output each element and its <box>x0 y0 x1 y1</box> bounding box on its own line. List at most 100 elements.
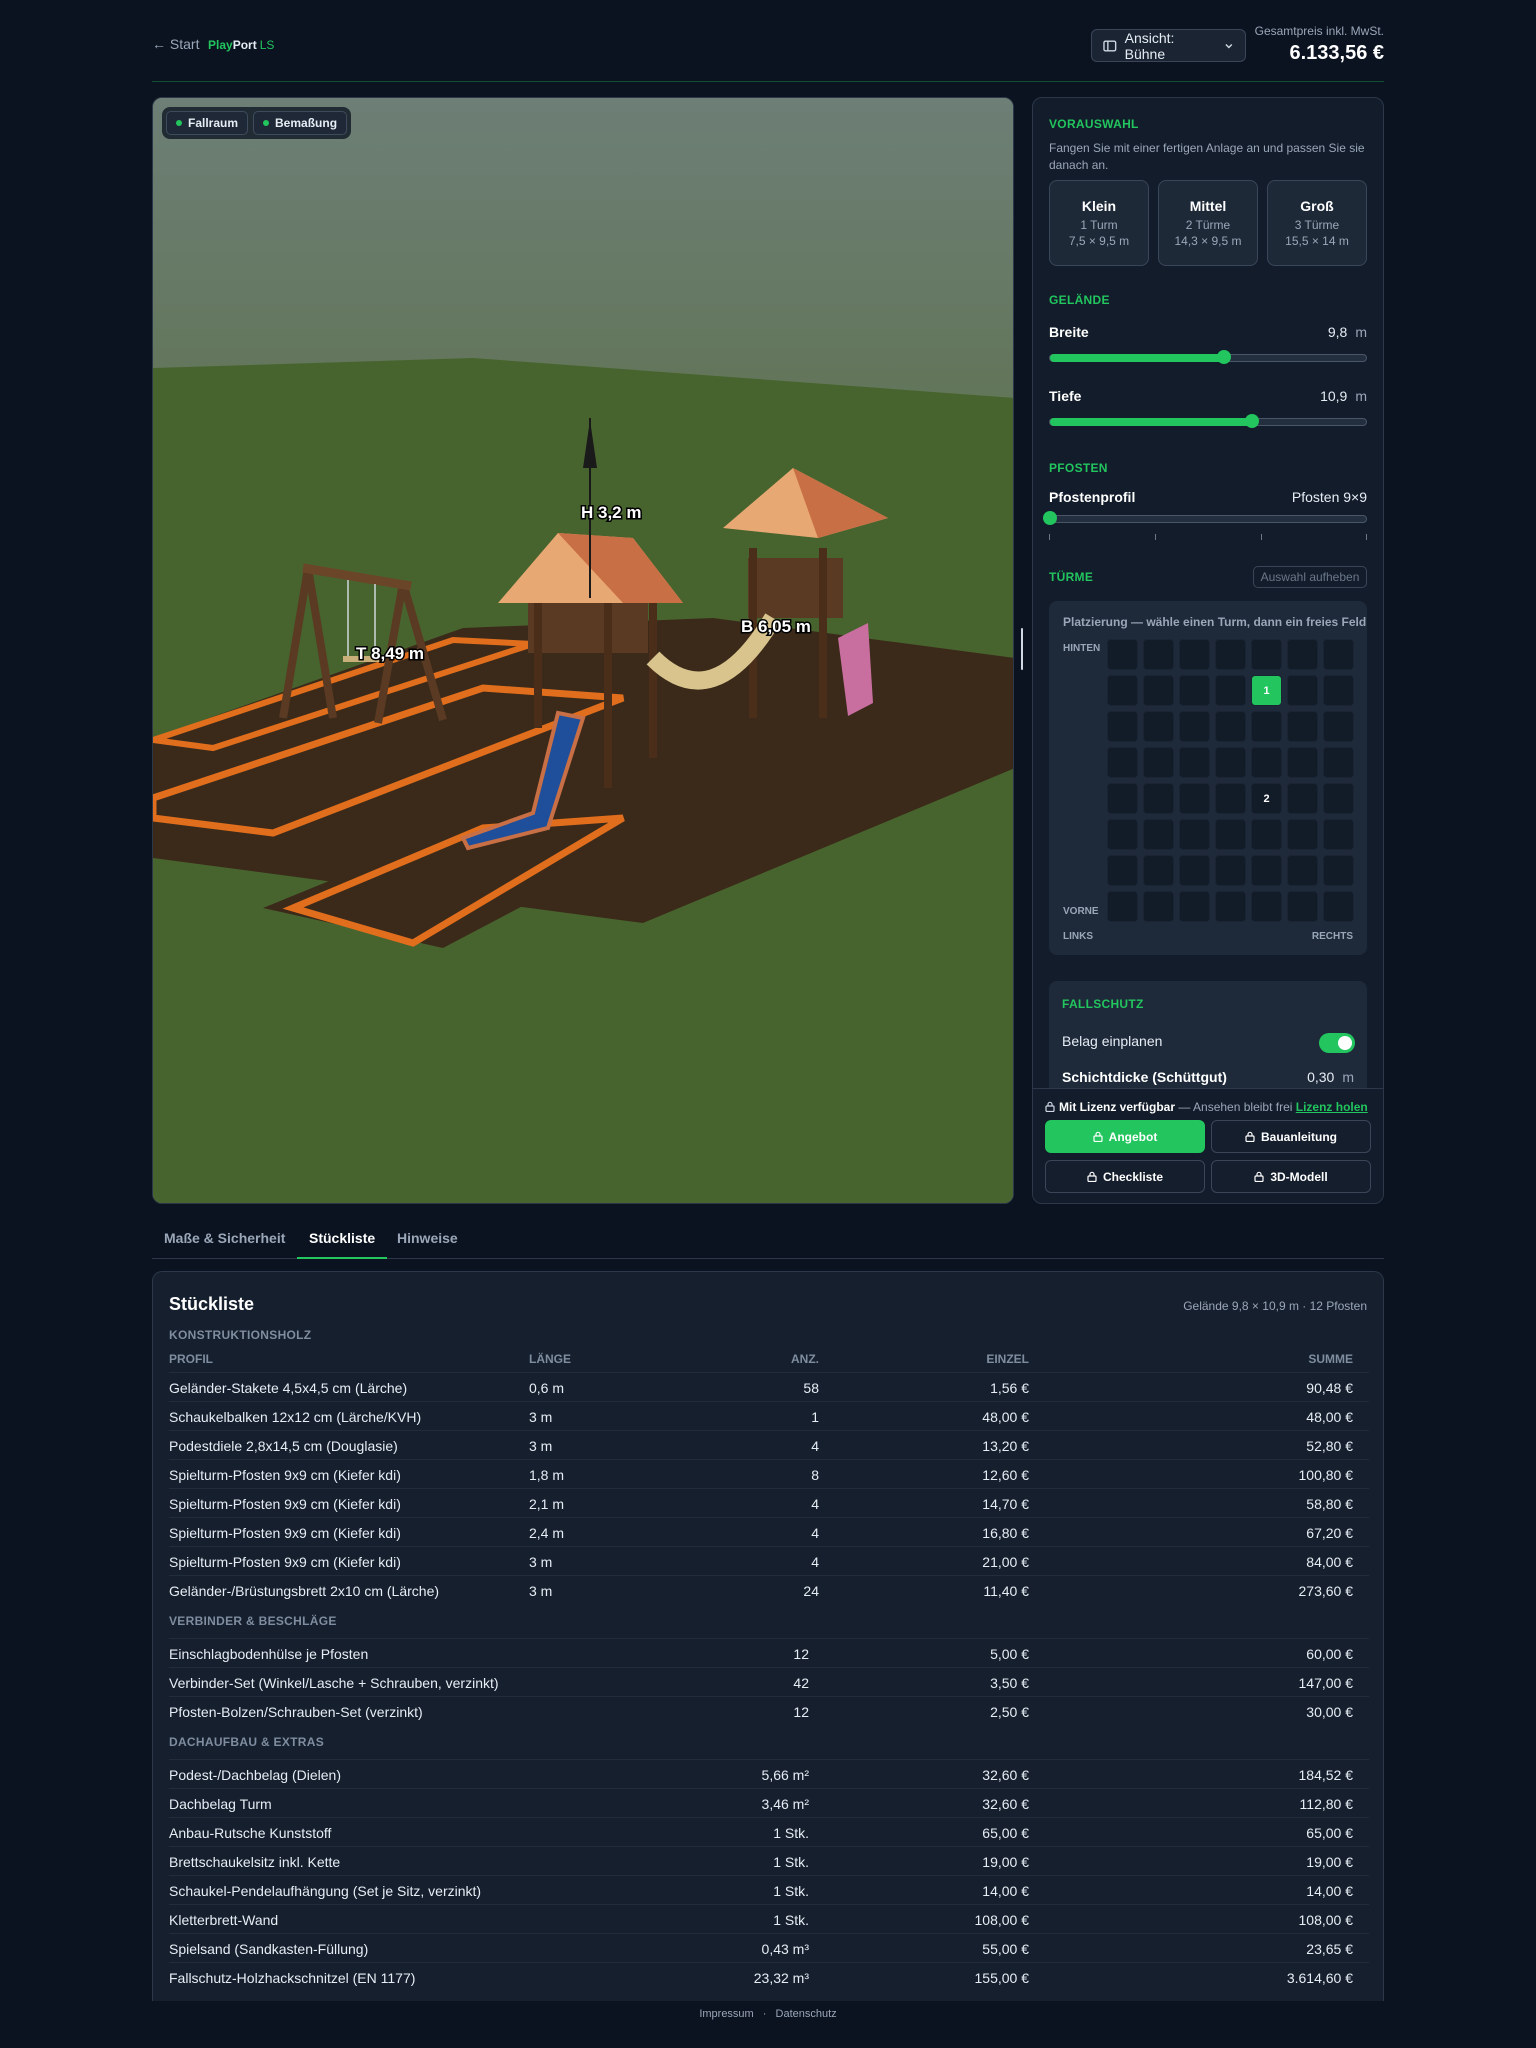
grid-cell[interactable] <box>1323 783 1354 814</box>
grid-cell[interactable] <box>1287 639 1318 670</box>
thickness-label: Schichtdicke (Schüttgut) <box>1062 1069 1227 1085</box>
grid-cell[interactable] <box>1287 747 1318 778</box>
surface-toggle[interactable] <box>1319 1033 1355 1053</box>
license-link[interactable]: Lizenz holen <box>1296 1100 1368 1114</box>
3d-model-button[interactable]: 3D-Modell <box>1211 1160 1371 1193</box>
table-row: Geländer-Stakete 4,5x4,5 cm (Lärche) 0,6 … <box>169 1372 1369 1401</box>
grid-cell[interactable] <box>1107 855 1138 886</box>
post-profile-slider[interactable] <box>1043 511 1367 525</box>
grid-cell[interactable] <box>1215 711 1246 742</box>
slider-knob[interactable] <box>1216 350 1231 364</box>
chip-fallraum[interactable]: Fallraum <box>166 111 249 135</box>
grid-cell[interactable] <box>1287 855 1318 886</box>
dimension-width: B 6,05 m <box>741 617 811 636</box>
slider-knob[interactable] <box>1043 511 1057 525</box>
grid-cell[interactable] <box>1143 819 1174 850</box>
tab-stueckliste[interactable]: Stückliste <box>297 1230 388 1259</box>
width-slider[interactable] <box>1049 350 1367 364</box>
table-cell: 19,00 € <box>982 1854 1029 1870</box>
grid-cell[interactable] <box>1143 855 1174 886</box>
grid-cell[interactable] <box>1179 891 1210 922</box>
3d-viewport[interactable]: H 3,2 m T 8,49 m B 6,05 m Fallraum Bemaß… <box>152 97 1014 1204</box>
grid-cell[interactable] <box>1251 711 1282 742</box>
grid-cell[interactable] <box>1215 855 1246 886</box>
back-link[interactable]: ← Start <box>152 36 199 52</box>
manual-button[interactable]: Bauanleitung <box>1211 1120 1371 1153</box>
grid-cell[interactable] <box>1251 747 1282 778</box>
grid-cell[interactable] <box>1215 639 1246 670</box>
grid-cell[interactable] <box>1107 747 1138 778</box>
grid-cell[interactable] <box>1215 783 1246 814</box>
slider-knob[interactable] <box>1245 414 1260 428</box>
table-cell: 21,00 € <box>982 1554 1029 1570</box>
grid-cell[interactable] <box>1287 891 1318 922</box>
grid-cell[interactable] <box>1179 639 1210 670</box>
grid-cell[interactable] <box>1287 711 1318 742</box>
grid-cell[interactable] <box>1323 891 1354 922</box>
grid-cell[interactable] <box>1323 819 1354 850</box>
preset-gross[interactable]: Groß 3 Türme 15,5 × 14 m <box>1267 180 1367 266</box>
grid-cell[interactable] <box>1143 639 1174 670</box>
bill-of-materials: Stückliste Gelände 9,8 × 10,9 m · 12 Pfo… <box>152 1271 1384 2001</box>
grid-cell[interactable] <box>1251 855 1282 886</box>
grid-cell[interactable] <box>1143 783 1174 814</box>
view-select[interactable]: Ansicht: Bühne <box>1091 29 1246 62</box>
grid-cell[interactable] <box>1215 675 1246 706</box>
grid-cell[interactable] <box>1323 747 1354 778</box>
grid-cell[interactable] <box>1107 675 1138 706</box>
grid-cell[interactable] <box>1215 819 1246 850</box>
table-title: Stückliste <box>169 1294 255 1314</box>
offer-button[interactable]: Angebot <box>1045 1120 1205 1153</box>
grid-cell[interactable] <box>1107 711 1138 742</box>
grid-cell[interactable] <box>1287 783 1318 814</box>
grid-cell[interactable] <box>1287 819 1318 850</box>
grid-cell[interactable] <box>1323 675 1354 706</box>
tower-cell-2[interactable]: 2 <box>1251 783 1282 814</box>
grid-cell[interactable] <box>1107 891 1138 922</box>
depth-slider[interactable] <box>1049 414 1367 428</box>
grid-cell[interactable] <box>1107 783 1138 814</box>
grid-cell[interactable] <box>1143 675 1174 706</box>
grid-cell[interactable] <box>1323 855 1354 886</box>
grid-cell[interactable] <box>1287 675 1318 706</box>
grid-cell[interactable] <box>1323 711 1354 742</box>
table-cell: 4 <box>811 1554 819 1570</box>
grid-cell[interactable] <box>1251 639 1282 670</box>
table-cell: 13,20 € <box>982 1438 1029 1454</box>
grid-cell[interactable] <box>1179 711 1210 742</box>
grid-cell[interactable] <box>1143 711 1174 742</box>
preset-klein[interactable]: Klein 1 Turm 7,5 × 9,5 m <box>1049 180 1149 266</box>
grid-cell[interactable] <box>1107 819 1138 850</box>
tab-masse-sicherheit[interactable]: Maße & Sicherheit <box>164 1230 285 1259</box>
table-cell: 273,60 € <box>1298 1583 1354 1599</box>
grid-cell[interactable] <box>1179 819 1210 850</box>
panel-resize-handle[interactable] <box>1021 628 1023 670</box>
grid-cell[interactable] <box>1179 783 1210 814</box>
checklist-button[interactable]: Checkliste <box>1045 1160 1205 1193</box>
table-cell: 55,00 € <box>982 1941 1029 1957</box>
grid-cell[interactable] <box>1179 747 1210 778</box>
grid-cell[interactable] <box>1251 891 1282 922</box>
table-cell: Podest-/Dachbelag (Dielen) <box>169 1767 341 1783</box>
table-cell: 112,80 € <box>1299 1796 1353 1812</box>
grid-cell[interactable] <box>1323 639 1354 670</box>
slider-fill <box>1050 418 1253 426</box>
grid-cell[interactable] <box>1215 891 1246 922</box>
table-row: Brettschaukelsitz inkl. Kette 1 Stk. 19,00… <box>169 1846 1369 1875</box>
grid-cell[interactable] <box>1143 747 1174 778</box>
table-cell: 1,8 m <box>529 1467 565 1483</box>
tab-hinweise[interactable]: Hinweise <box>397 1230 458 1259</box>
impressum-link[interactable]: Impressum <box>699 2008 753 2020</box>
grid-cell[interactable] <box>1215 747 1246 778</box>
deselect-button[interactable]: Auswahl aufheben <box>1253 566 1367 588</box>
grid-cell[interactable] <box>1179 855 1210 886</box>
table-cell: 48,00 € <box>1306 1409 1353 1425</box>
datenschutz-link[interactable]: Datenschutz <box>776 2008 837 2020</box>
chip-bemassung[interactable]: Bemaßung <box>253 111 348 135</box>
grid-cell[interactable] <box>1179 675 1210 706</box>
grid-cell[interactable] <box>1251 819 1282 850</box>
grid-cell[interactable] <box>1107 639 1138 670</box>
preset-mittel[interactable]: Mittel 2 Türme 14,3 × 9,5 m <box>1158 180 1258 266</box>
grid-cell[interactable] <box>1143 891 1174 922</box>
tower-cell-1[interactable]: 1 <box>1251 675 1282 706</box>
